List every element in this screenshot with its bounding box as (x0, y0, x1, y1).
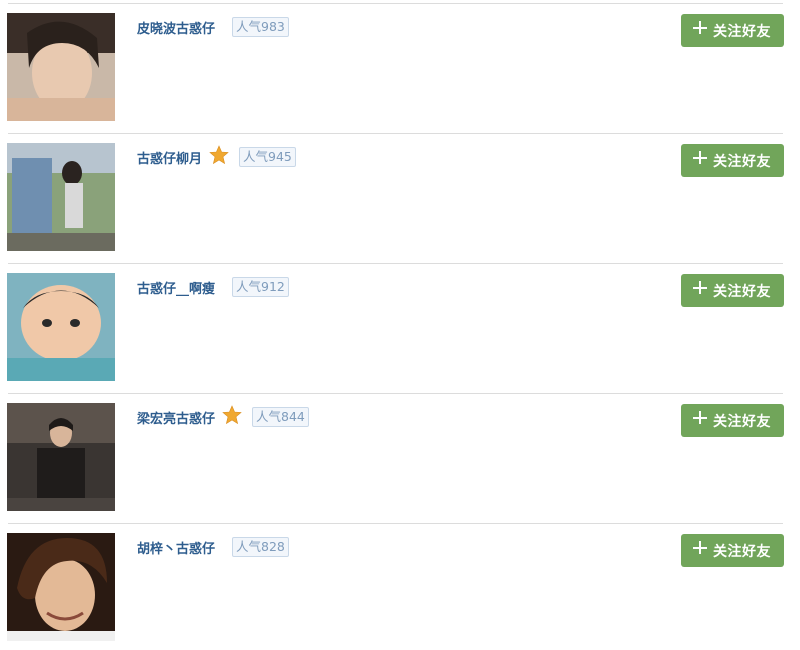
list-item: 皮晓波古惑仔 人气983 关注好友 (0, 3, 800, 133)
follow-button-label: 关注好友 (713, 284, 771, 300)
friend-recommendation-list: 皮晓波古惑仔 人气983 关注好友 古惑仔柳月 人气945 关注好友 古惑仔__… (0, 0, 800, 650)
avatar[interactable] (7, 403, 115, 511)
user-name-link[interactable]: 梁宏亮古惑仔 (137, 408, 215, 427)
avatar[interactable] (7, 273, 115, 381)
plus-icon (693, 540, 707, 554)
follow-button-label: 关注好友 (713, 414, 771, 430)
list-item: 古惑仔柳月 人气945 关注好友 (0, 133, 800, 263)
plus-icon (693, 150, 707, 164)
divider (8, 523, 783, 524)
popularity-badge: 人气912 (232, 277, 289, 297)
plus-icon (693, 280, 707, 294)
popularity-badge: 人气828 (232, 537, 289, 557)
star-icon (209, 145, 229, 165)
plus-icon (693, 20, 707, 34)
divider (8, 393, 783, 394)
list-item: 古惑仔__啊瘦 人气912 关注好友 (0, 263, 800, 393)
star-icon (222, 405, 242, 425)
follow-button-label: 关注好友 (713, 544, 771, 560)
list-item: 梁宏亮古惑仔 人气844 关注好友 (0, 393, 800, 523)
list-item: 胡梓丶古惑仔 人气828 关注好友 (0, 523, 800, 650)
follow-friend-button[interactable]: 关注好友 (681, 274, 784, 307)
follow-button-label: 关注好友 (713, 24, 771, 40)
follow-friend-button[interactable]: 关注好友 (681, 14, 784, 47)
follow-button-label: 关注好友 (713, 154, 771, 170)
user-name-link[interactable]: 皮晓波古惑仔 (137, 18, 215, 37)
popularity-badge: 人气844 (252, 407, 309, 427)
divider (8, 3, 783, 4)
plus-icon (693, 410, 707, 424)
avatar[interactable] (7, 533, 115, 641)
divider (8, 133, 783, 134)
user-name-link[interactable]: 古惑仔__啊瘦 (137, 278, 215, 297)
follow-friend-button[interactable]: 关注好友 (681, 144, 784, 177)
user-name-link[interactable]: 古惑仔柳月 (137, 148, 202, 167)
popularity-badge: 人气945 (239, 147, 296, 167)
avatar[interactable] (7, 13, 115, 121)
popularity-badge: 人气983 (232, 17, 289, 37)
user-name-link[interactable]: 胡梓丶古惑仔 (137, 538, 215, 557)
avatar[interactable] (7, 143, 115, 251)
follow-friend-button[interactable]: 关注好友 (681, 404, 784, 437)
follow-friend-button[interactable]: 关注好友 (681, 534, 784, 567)
divider (8, 263, 783, 264)
